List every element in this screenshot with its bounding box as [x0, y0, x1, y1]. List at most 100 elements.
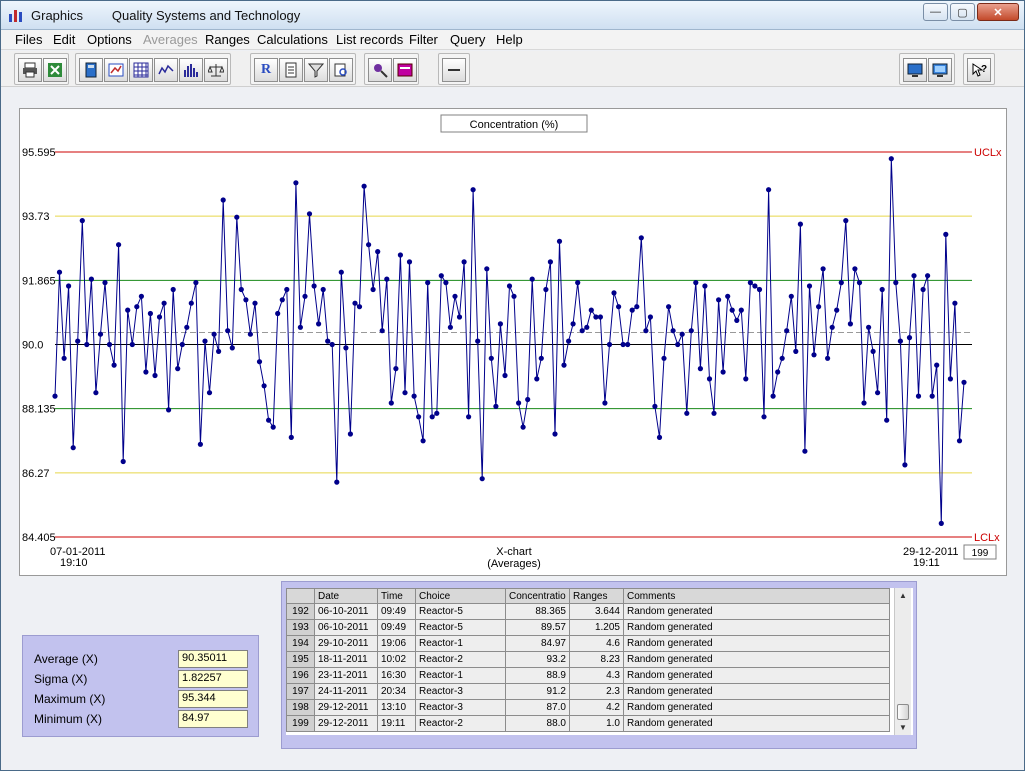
- data-point[interactable]: [784, 328, 790, 334]
- export-excel-button[interactable]: [43, 58, 67, 82]
- data-point[interactable]: [588, 307, 594, 313]
- data-point[interactable]: [406, 259, 413, 265]
- data-point[interactable]: [788, 293, 794, 299]
- data-point[interactable]: [334, 479, 340, 485]
- data-point[interactable]: [602, 400, 608, 406]
- data-point[interactable]: [438, 273, 444, 279]
- data-point[interactable]: [461, 259, 467, 265]
- data-point[interactable]: [956, 438, 963, 444]
- data-point[interactable]: [847, 321, 854, 327]
- data-point[interactable]: [761, 414, 767, 420]
- query-button[interactable]: [329, 58, 353, 82]
- data-point[interactable]: [820, 266, 826, 272]
- records-grid[interactable]: Date Time Choice Concentratio Ranges Com…: [286, 588, 913, 735]
- menu-averages[interactable]: Averages: [143, 32, 198, 47]
- data-point[interactable]: [625, 341, 631, 348]
- data-point[interactable]: [456, 314, 463, 320]
- data-point[interactable]: [234, 214, 240, 220]
- data-point[interactable]: [616, 304, 622, 310]
- data-point[interactable]: [666, 304, 672, 310]
- data-point[interactable]: [656, 434, 663, 440]
- grid-button[interactable]: [129, 58, 153, 82]
- data-point[interactable]: [797, 221, 804, 227]
- title-bar[interactable]: Graphics Quality Systems and Technology …: [1, 1, 1024, 30]
- data-point[interactable]: [779, 355, 785, 361]
- data-point[interactable]: [79, 218, 85, 224]
- data-point[interactable]: [138, 293, 144, 299]
- data-point[interactable]: [111, 362, 117, 368]
- data-point[interactable]: [556, 238, 563, 244]
- data-point[interactable]: [347, 431, 353, 437]
- data-point[interactable]: [502, 372, 508, 379]
- data-point[interactable]: [270, 424, 276, 430]
- data-point[interactable]: [647, 314, 654, 320]
- data-point[interactable]: [225, 328, 231, 334]
- data-point[interactable]: [293, 180, 299, 186]
- data-point[interactable]: [252, 300, 258, 306]
- data-point[interactable]: [384, 276, 390, 282]
- data-point[interactable]: [729, 307, 735, 313]
- data-point[interactable]: [852, 266, 858, 272]
- data-point[interactable]: [861, 400, 867, 406]
- column-header-ranges[interactable]: Ranges: [569, 588, 624, 604]
- data-point[interactable]: [716, 297, 722, 303]
- data-point[interactable]: [688, 328, 694, 334]
- histogram-button[interactable]: [179, 58, 203, 82]
- data-point[interactable]: [561, 362, 567, 368]
- data-point[interactable]: [493, 403, 499, 409]
- data-point[interactable]: [825, 355, 831, 361]
- data-point[interactable]: [188, 300, 194, 306]
- data-point[interactable]: [147, 310, 153, 317]
- data-point[interactable]: [684, 410, 690, 416]
- table-row[interactable]: 199 29-12-2011 19:11 Reactor-2 88.0 1.0 Random…: [286, 715, 890, 732]
- data-point[interactable]: [884, 417, 890, 423]
- data-point[interactable]: [793, 348, 799, 354]
- data-point[interactable]: [266, 417, 272, 423]
- scroll-up-icon[interactable]: ▲: [899, 591, 907, 600]
- data-point[interactable]: [475, 338, 481, 344]
- data-point[interactable]: [506, 283, 513, 289]
- column-header-time[interactable]: Time: [377, 588, 416, 604]
- data-point[interactable]: [697, 366, 704, 372]
- close-button[interactable]: ✕: [977, 3, 1019, 21]
- data-point[interactable]: [547, 259, 554, 265]
- data-point[interactable]: [834, 307, 840, 313]
- data-point[interactable]: [875, 390, 881, 396]
- data-point[interactable]: [816, 304, 822, 310]
- print-button[interactable]: [18, 58, 42, 82]
- data-point[interactable]: [856, 280, 863, 286]
- line-chart-button[interactable]: [154, 58, 178, 82]
- data-point[interactable]: [311, 283, 317, 289]
- data-point[interactable]: [302, 293, 308, 299]
- column-header-concentration[interactable]: Concentratio: [505, 588, 570, 604]
- data-point[interactable]: [484, 266, 490, 272]
- data-point[interactable]: [61, 355, 67, 361]
- data-point[interactable]: [925, 273, 931, 279]
- data-point[interactable]: [520, 424, 526, 430]
- data-point[interactable]: [811, 352, 817, 358]
- minimize-button[interactable]: —: [923, 3, 948, 21]
- data-point[interactable]: [366, 242, 372, 248]
- data-point[interactable]: [393, 366, 399, 372]
- data-point[interactable]: [529, 276, 535, 282]
- table-row[interactable]: 193 06-10-2011 09:49 Reactor-5 89.57 1.205 Ran…: [286, 619, 890, 636]
- data-point[interactable]: [170, 286, 176, 293]
- data-point[interactable]: [420, 438, 426, 444]
- data-point[interactable]: [466, 414, 472, 420]
- data-point[interactable]: [316, 321, 322, 327]
- data-point[interactable]: [297, 324, 303, 330]
- document-button[interactable]: [279, 58, 303, 82]
- data-point[interactable]: [552, 431, 558, 437]
- data-point[interactable]: [770, 393, 776, 399]
- data-point[interactable]: [125, 307, 131, 313]
- data-point[interactable]: [806, 283, 813, 289]
- data-point[interactable]: [256, 359, 263, 365]
- data-point[interactable]: [211, 331, 217, 337]
- data-point[interactable]: [52, 393, 58, 399]
- data-point[interactable]: [720, 369, 726, 375]
- data-point[interactable]: [479, 476, 485, 482]
- records-scrollbar[interactable]: ▲ ▼: [894, 588, 911, 735]
- data-point[interactable]: [216, 348, 222, 354]
- data-point[interactable]: [429, 414, 435, 420]
- data-point[interactable]: [193, 280, 199, 286]
